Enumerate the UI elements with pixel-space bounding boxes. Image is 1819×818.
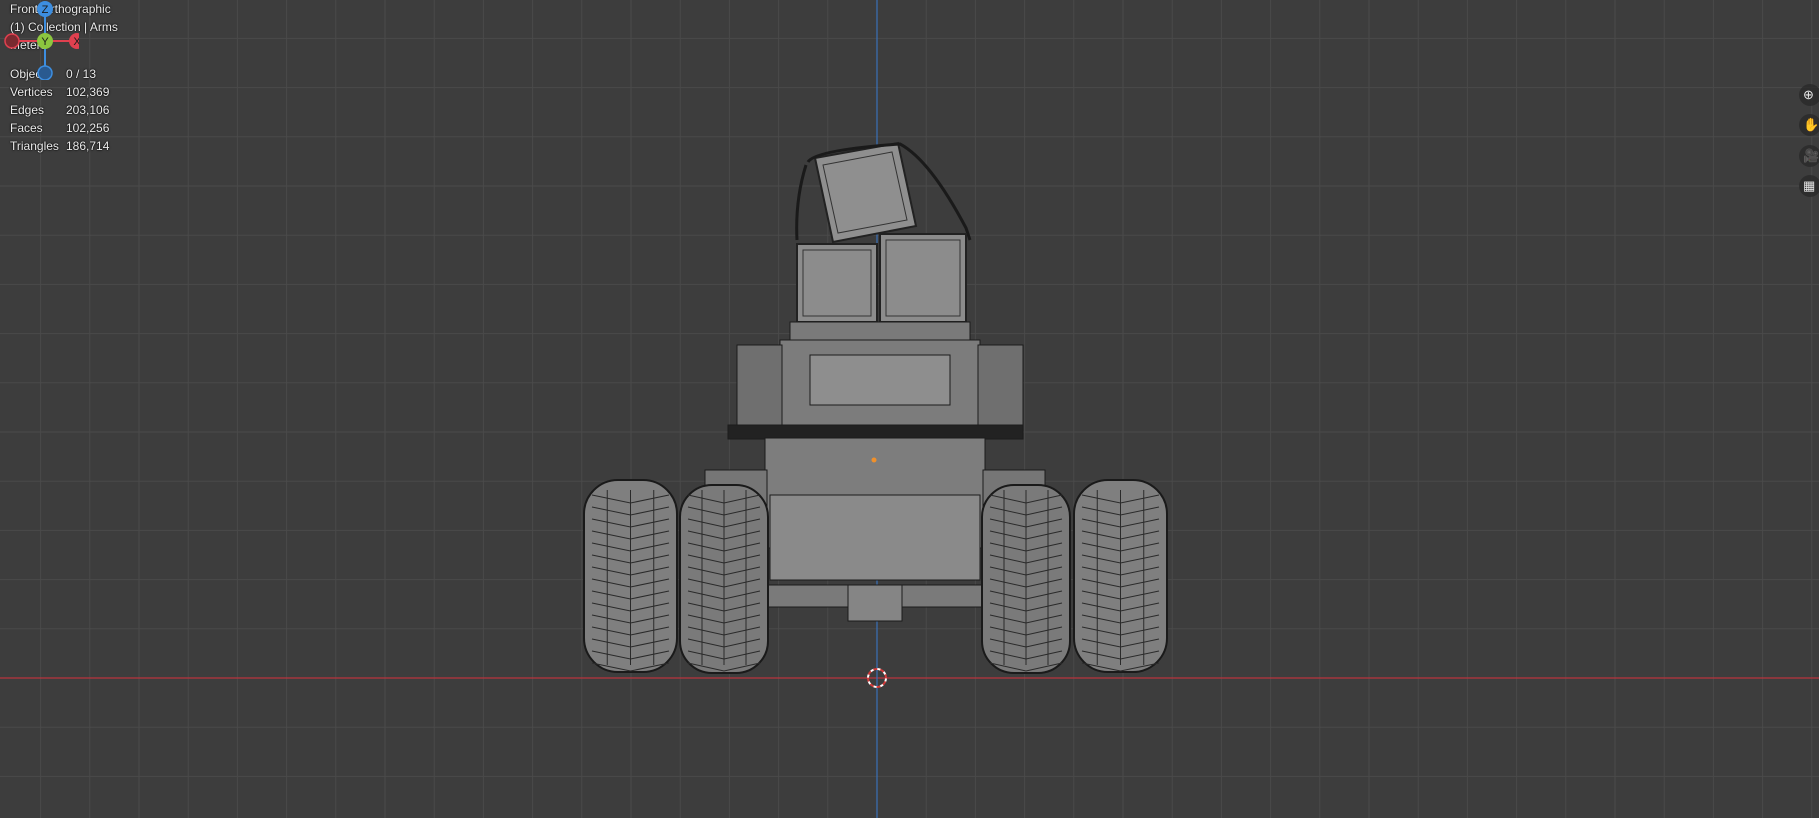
stat-label: Faces (10, 121, 43, 135)
stat-value: 203,106 (66, 103, 110, 117)
roof-rack (789, 321, 971, 341)
gizmo-y-label: Y (41, 36, 49, 48)
stat-label: Edges (10, 103, 45, 117)
gizmo-x-label: X (73, 36, 79, 48)
stat-row: Triangles 186,714 (10, 137, 118, 155)
pan-hand-icon[interactable]: ✋ (1799, 114, 1819, 136)
tow-hitch (847, 584, 903, 622)
gizmo-neg-x-axis[interactable] (4, 33, 20, 49)
grid-icon[interactable]: ▦ (1799, 175, 1819, 197)
3d-viewport[interactable]: Front Orthographic (1) Collection | Arms… (0, 0, 1819, 818)
gizmo-z-label: Z (42, 4, 49, 16)
vehicle-mesh[interactable] (583, 141, 1168, 674)
viewport-canvas[interactable] (0, 0, 1819, 818)
stat-value: 102,369 (66, 85, 110, 99)
stat-label: Triangles (10, 139, 59, 153)
navigation-gizmo[interactable]: Z Y X (0, 0, 79, 80)
stat-row: Edges 203,106 (10, 101, 118, 119)
stat-row: Vertices 102,369 (10, 83, 118, 101)
stat-value: 186,714 (66, 139, 110, 153)
stat-row: Faces 102,256 (10, 119, 118, 137)
gizmo-neg-z-axis[interactable] (37, 65, 53, 80)
bumper-bar (727, 424, 1024, 440)
front-grille (769, 494, 981, 581)
cab-window (809, 354, 951, 406)
left-crate (796, 243, 878, 323)
cab-side-left (736, 344, 783, 426)
object-origin (871, 457, 877, 463)
stat-value: 102,256 (66, 121, 110, 135)
stat-label: Vertices (10, 85, 53, 99)
zoom-icon[interactable]: ⊕ (1799, 84, 1819, 106)
cab-side-right (977, 344, 1024, 426)
camera-icon[interactable]: 🎥 (1799, 145, 1819, 167)
right-crate (879, 233, 967, 323)
